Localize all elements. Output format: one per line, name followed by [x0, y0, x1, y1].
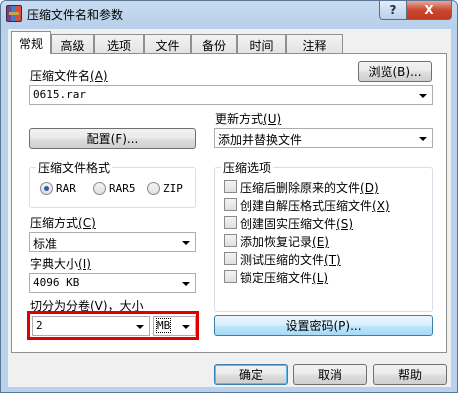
- archive-format-title: 压缩文件格式: [36, 159, 113, 176]
- compression-method-value: 标准: [33, 237, 58, 251]
- radio-zip[interactable]: [147, 182, 160, 195]
- profiles-button[interactable]: 配置(F)...: [29, 128, 196, 149]
- radio-rar5[interactable]: [93, 182, 106, 195]
- archive-name-value: 0615.rar: [33, 88, 86, 101]
- checkbox-solid[interactable]: [224, 216, 237, 229]
- archive-name-field[interactable]: 0615.rar: [29, 85, 433, 105]
- checkbox-test[interactable]: [224, 252, 237, 265]
- chevron-down-icon[interactable]: [179, 236, 193, 249]
- checkbox-solid-label: 创建固实压缩文件(S): [240, 217, 353, 231]
- close-caption-button[interactable]: X: [406, 1, 452, 20]
- browse-button[interactable]: 浏览(B)...: [358, 61, 432, 82]
- chevron-down-icon[interactable]: [416, 89, 430, 102]
- radio-rar[interactable]: [40, 182, 53, 195]
- title-bar[interactable]: 压缩文件名和参数 ? X: [1, 1, 457, 28]
- tab-general[interactable]: 常规: [11, 31, 51, 54]
- set-password-button[interactable]: 设置密码(P)...: [214, 315, 433, 336]
- update-mode-select[interactable]: 添加并替换文件: [214, 128, 433, 148]
- cancel-button[interactable]: 取消: [293, 364, 367, 385]
- checkbox-delete-after[interactable]: [224, 180, 237, 193]
- update-mode-value: 添加并替换文件: [218, 133, 303, 147]
- checkbox-delete-after-label: 压缩后删除原来的文件(D): [240, 181, 379, 195]
- checkbox-recovery[interactable]: [224, 234, 237, 247]
- compression-method-select[interactable]: 标准: [29, 232, 196, 252]
- dictionary-size-select[interactable]: 4096 KB: [29, 273, 196, 293]
- radio-rar5-label: RAR5: [109, 182, 136, 195]
- chevron-down-icon[interactable]: [179, 277, 193, 290]
- tab-advanced[interactable]: 高级: [51, 34, 94, 53]
- window-title: 压缩文件名和参数: [27, 8, 124, 22]
- checkbox-sfx[interactable]: [224, 198, 237, 211]
- compression-method-label: 压缩方式(C): [30, 216, 96, 230]
- dictionary-size-label: 字典大小(I): [30, 257, 91, 271]
- tab-backup[interactable]: 备份: [191, 34, 237, 53]
- dialog-client-area: 常规 高级 选项 文件 备份 时间 注释 压缩文件名(A) 浏览(B)... 0…: [8, 29, 451, 387]
- dictionary-size-value: 4096 KB: [33, 276, 80, 289]
- tab-files[interactable]: 文件: [144, 34, 191, 53]
- radio-rar-label: RAR: [56, 182, 76, 195]
- checkbox-lock[interactable]: [224, 270, 237, 283]
- checkbox-lock-label: 锁定压缩文件(L): [240, 271, 329, 285]
- dialog-window: 压缩文件名和参数 ? X 常规 高级 选项 文件 备份 时间 注释 压缩文件名(…: [0, 0, 458, 393]
- checkbox-recovery-label: 添加恢复记录(E): [240, 235, 329, 249]
- tab-comment[interactable]: 注释: [286, 34, 343, 53]
- tab-time[interactable]: 时间: [237, 34, 286, 53]
- tab-options[interactable]: 选项: [94, 34, 144, 53]
- checkbox-test-label: 测试压缩的文件(T): [240, 253, 341, 267]
- help-button[interactable]: 帮助: [373, 364, 447, 385]
- chevron-down-icon[interactable]: [416, 132, 430, 145]
- radio-zip-label: ZIP: [163, 182, 183, 195]
- update-mode-label: 更新方式(U): [215, 112, 282, 126]
- checkbox-sfx-label: 创建自解压格式压缩文件(X): [240, 199, 390, 213]
- help-caption-button[interactable]: ?: [379, 1, 407, 20]
- highlight-box: [27, 311, 199, 340]
- general-tab-panel: 压缩文件名(A) 浏览(B)... 0615.rar 更新方式(U) 添加并替换…: [11, 53, 447, 353]
- winrar-books-icon: [6, 5, 22, 22]
- ok-button[interactable]: 确定: [214, 364, 288, 385]
- archive-options-title: 压缩选项: [221, 159, 274, 176]
- archive-name-label: 压缩文件名(A): [30, 69, 108, 83]
